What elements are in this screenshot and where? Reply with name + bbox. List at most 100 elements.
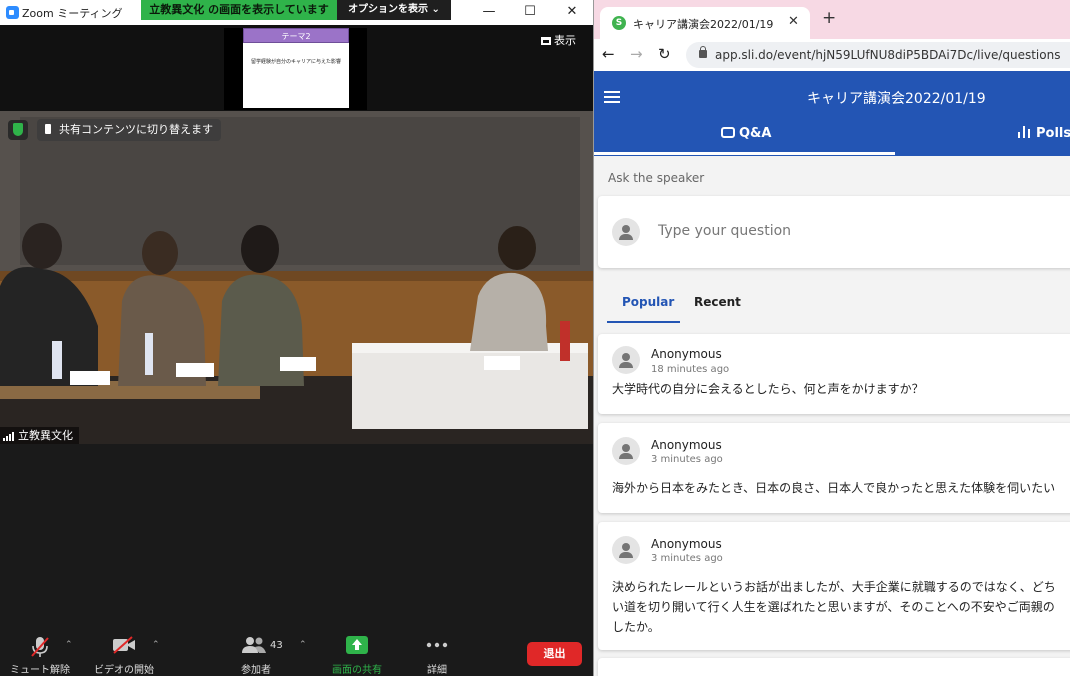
ask-label: Ask the speaker	[608, 171, 705, 185]
question-time: 3 minutes ago	[651, 553, 723, 564]
tab-qa-label: Q&A	[739, 126, 772, 141]
close-icon[interactable]: ✕	[562, 4, 582, 20]
slido-favicon-icon: S	[612, 16, 626, 30]
unmute-button[interactable]: ミュート解除	[8, 628, 72, 676]
question-author: Anonymous	[651, 438, 722, 452]
screen: Zoom ミーティング 立教異文化 の画面を表示しています オプションを表示 ⌄…	[0, 0, 1070, 676]
question-line: 決められたレールというお話が出ましたが、大手企業に就職するのではなく、どち	[612, 580, 1056, 594]
speaker-video: 共有コンテンツに切り替えます 立教異文化	[0, 111, 593, 444]
sort-popular-tab[interactable]: Popular	[622, 295, 674, 309]
question-line: 海外から日本をみたとき、日本の良さ、日本人で良かったと思えた体験を伺いたい	[612, 481, 1056, 495]
leave-meeting-button[interactable]: 退出	[527, 642, 582, 666]
question-author: Anonymous	[651, 347, 722, 361]
poll-bars-icon	[1018, 126, 1032, 138]
hamburger-menu-icon[interactable]	[604, 91, 620, 103]
view-button[interactable]: 表示	[541, 32, 576, 48]
view-options-button[interactable]: オプションを表示 ⌄	[337, 0, 451, 20]
question-time: 3 minutes ago	[651, 454, 723, 465]
slido-content: Ask the speaker Type your question Popul…	[594, 156, 1070, 676]
anonymous-avatar-icon	[612, 346, 640, 374]
anonymous-avatar-icon	[612, 437, 640, 465]
more-label: 詳細	[427, 665, 447, 676]
question-card-partial[interactable]	[598, 658, 1070, 676]
start-video-label: ビデオの開始	[94, 665, 154, 676]
question-card[interactable]: Anonymous 3 minutes ago 決められたレールというお話が出ま…	[598, 522, 1070, 650]
slide-body: 留学経験が自分のキャリアに与えた影響	[251, 59, 342, 65]
back-arrow-icon[interactable]: ←	[602, 45, 615, 63]
start-video-button[interactable]: ビデオの開始	[90, 628, 158, 676]
maximize-icon[interactable]: ☐	[520, 4, 540, 20]
sort-active-indicator	[607, 321, 680, 323]
more-button[interactable]: 詳細	[414, 628, 460, 676]
zoom-window: Zoom ミーティング 立教異文化 の画面を表示しています オプションを表示 ⌄…	[0, 0, 593, 676]
participants-button[interactable]: 43 参加者	[226, 628, 286, 676]
pin-icon	[45, 124, 51, 134]
audio-options-caret-icon[interactable]: ⌃	[65, 640, 73, 650]
zoom-titlebar: Zoom ミーティング 立教異文化 の画面を表示しています オプションを表示 ⌄…	[0, 0, 593, 25]
participants-options-caret-icon[interactable]: ⌃	[299, 640, 307, 650]
participant-name: 立教異文化	[18, 429, 73, 442]
view-grid-icon	[541, 37, 551, 45]
more-dots-icon	[426, 642, 448, 648]
minimize-icon[interactable]: —	[479, 4, 499, 20]
switch-to-shared-content-button[interactable]: 共有コンテンツに切り替えます	[37, 119, 221, 141]
share-screen-button[interactable]: 画面の共有	[324, 628, 390, 676]
shared-slide-strip: テーマ2 留学経験が自分のキャリアに与えた影響 表示	[0, 25, 593, 111]
browser-tab-active[interactable]: S キャリア講演会2022/01/19 ✕	[600, 7, 810, 39]
video-options-caret-icon[interactable]: ⌃	[152, 640, 160, 650]
zoom-toolbar: ミュート解除 ⌃ ビデオの開始 ⌃ 43 参加者 ⌃ 画面の共有 詳細	[0, 628, 593, 676]
zoom-window-title: Zoom ミーティング	[22, 7, 123, 20]
browser-tab-title: キャリア講演会2022/01/19	[633, 18, 774, 31]
slide-page: テーマ2 留学経験が自分のキャリアに与えた影響	[243, 28, 349, 108]
tab-close-icon[interactable]: ✕	[788, 14, 799, 29]
slido-header: キャリア講演会2022/01/19 Q&A Polls	[594, 71, 1070, 156]
tab-qa[interactable]: Q&A	[721, 126, 771, 141]
unmute-label: ミュート解除	[10, 665, 70, 676]
browser-window: S キャリア講演会2022/01/19 ✕ + ← → ↻ app.sli.do…	[593, 0, 1070, 676]
chat-bubble-icon	[721, 127, 735, 138]
user-avatar-icon	[612, 218, 640, 246]
security-shield-icon[interactable]	[8, 120, 28, 140]
signal-bars-icon	[3, 432, 15, 441]
shared-slide[interactable]: テーマ2 留学経験が自分のキャリアに与えた影響	[224, 28, 367, 110]
question-line: したか。	[612, 620, 660, 634]
share-screen-icon	[346, 636, 368, 654]
new-tab-plus-icon[interactable]: +	[822, 10, 836, 27]
video-frame	[0, 111, 593, 444]
browser-tab-bar: S キャリア講演会2022/01/19 ✕ +	[594, 0, 1070, 39]
sort-recent-tab[interactable]: Recent	[694, 295, 741, 309]
participant-name-tag: 立教異文化	[0, 427, 79, 444]
zoom-app-icon	[6, 6, 19, 19]
question-card[interactable]: Anonymous 18 minutes ago 大学時代の自分に会えるとしたら…	[598, 334, 1070, 414]
forward-arrow-icon[interactable]: →	[630, 45, 643, 63]
participants-label: 参加者	[241, 665, 271, 676]
view-button-label: 表示	[554, 34, 576, 47]
address-bar-url: app.sli.do/event/hjN59LUfNU8diP5BDAi7Dc/…	[715, 48, 1061, 62]
slide-header: テーマ2	[243, 28, 349, 43]
share-screen-label: 画面の共有	[332, 665, 382, 676]
anonymous-avatar-icon	[612, 536, 640, 564]
address-bar[interactable]: app.sli.do/event/hjN59LUfNU8diP5BDAi7Dc/…	[686, 42, 1070, 68]
question-text: 海外から日本をみたとき、日本の良さ、日本人で良かったと思えた体験を伺いたい	[612, 478, 1070, 498]
question-card[interactable]: Anonymous 3 minutes ago 海外から日本をみたとき、日本の良…	[598, 423, 1070, 513]
reload-icon[interactable]: ↻	[658, 45, 671, 63]
question-text: 決められたレールというお話が出ましたが、大手企業に就職するのではなく、どち い道…	[612, 577, 1070, 637]
question-text: 大学時代の自分に会えるとしたら、何と声をかけますか？	[612, 379, 1070, 399]
browser-toolbar: ← → ↻ app.sli.do/event/hjN59LUfNU8diP5BD…	[594, 39, 1070, 71]
participants-icon	[242, 637, 266, 653]
question-line: 大学時代の自分に会えるとしたら、何と声をかけますか？	[612, 382, 924, 396]
participants-count: 43	[270, 640, 283, 651]
ask-question-input[interactable]: Type your question	[598, 196, 1070, 268]
question-time: 18 minutes ago	[651, 364, 730, 375]
tab-polls-label: Polls	[1036, 126, 1070, 141]
tab-qa-active-indicator	[594, 152, 895, 155]
lock-icon	[699, 46, 707, 58]
event-title: キャリア講演会2022/01/19	[807, 91, 986, 107]
question-author: Anonymous	[651, 537, 722, 551]
ask-question-placeholder: Type your question	[658, 223, 792, 239]
video-off-icon	[113, 636, 135, 654]
share-banner: 立教異文化 の画面を表示しています	[141, 0, 337, 20]
muted-microphone-icon	[31, 637, 49, 657]
tab-polls[interactable]: Polls	[1018, 126, 1070, 141]
question-line: い道を切り開いて行く人生を選ばれたと思いますが、そのことへの不安やご両親の	[612, 600, 1055, 614]
